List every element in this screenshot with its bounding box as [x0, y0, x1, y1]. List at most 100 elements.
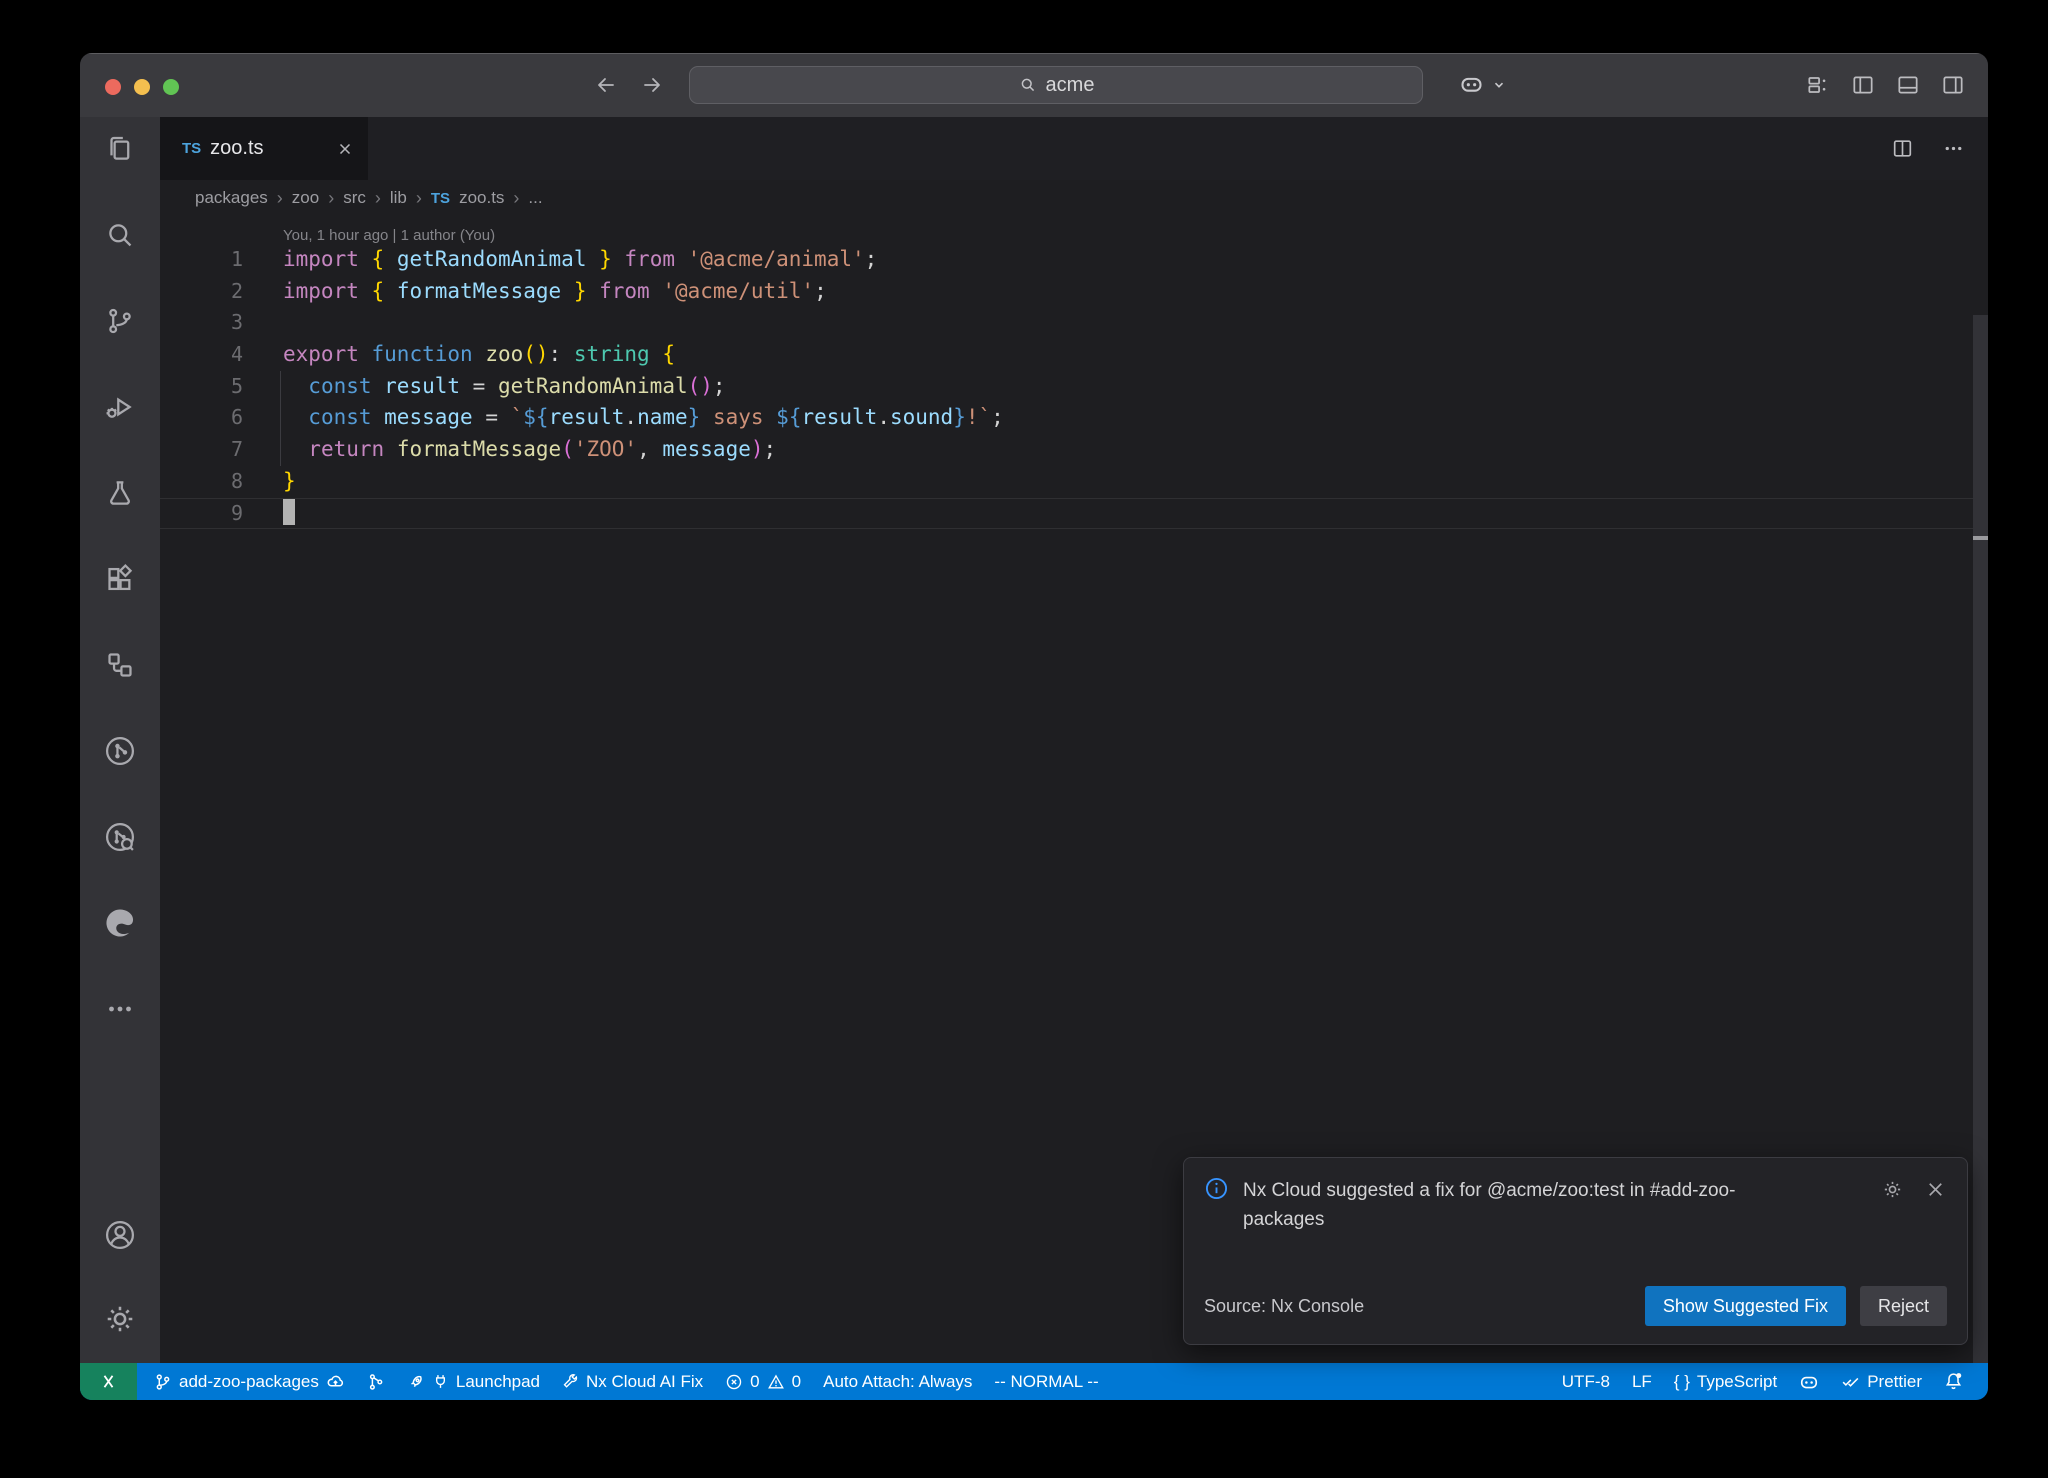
hierarchy-view-icon[interactable] [102, 647, 138, 683]
breadcrumb-file[interactable]: zoo.ts [459, 188, 504, 208]
line-number: 1 [160, 244, 243, 276]
line-number: 9 [160, 498, 243, 530]
window-controls [105, 79, 179, 95]
notifications-item[interactable] [1933, 1363, 1974, 1400]
nx-cloud-icon[interactable] [102, 819, 138, 855]
run-debug-icon[interactable] [102, 389, 138, 425]
close-tab-icon[interactable] [336, 140, 354, 158]
chevron-right-icon: › [328, 188, 334, 209]
eol-item[interactable]: LF [1621, 1363, 1663, 1400]
chevron-down-icon [1491, 77, 1507, 93]
error-count: 0 [750, 1372, 759, 1392]
git-blame-codelens[interactable]: You, 1 hour ago | 1 author (You) [160, 216, 1988, 244]
breadcrumb-more[interactable]: ... [528, 188, 542, 208]
layout-controls [1805, 72, 1966, 98]
toggle-panel-icon[interactable] [1895, 72, 1921, 98]
indent-guide [280, 371, 281, 466]
git-branch-item[interactable]: add-zoo-packages [143, 1363, 356, 1400]
command-center-search[interactable]: acme [689, 66, 1423, 104]
reject-button[interactable]: Reject [1860, 1286, 1947, 1326]
breadcrumb-item[interactable]: zoo [292, 188, 319, 208]
remote-indicator[interactable] [80, 1363, 137, 1400]
editor-actions [1890, 117, 1988, 180]
code-line[interactable]: 8} [160, 466, 1988, 498]
show-suggested-fix-button[interactable]: Show Suggested Fix [1645, 1286, 1846, 1326]
settings-gear-icon[interactable] [102, 1301, 138, 1337]
toggle-primary-sidebar-icon[interactable] [1850, 72, 1876, 98]
bell-icon [1944, 1372, 1963, 1391]
scrollbar[interactable] [1973, 315, 1988, 1363]
warnings-icon [767, 1373, 785, 1391]
code-line[interactable]: 1import { getRandomAnimal } from '@acme/… [160, 244, 1988, 276]
vim-mode-item[interactable]: -- NORMAL -- [983, 1363, 1109, 1400]
breadcrumb-item[interactable]: packages [195, 188, 268, 208]
explorer-icon[interactable] [102, 131, 138, 167]
additional-views-icon[interactable] [102, 991, 138, 1027]
back-arrow-icon[interactable] [594, 73, 618, 97]
code-line[interactable]: 9 [160, 498, 1988, 530]
line-number: 4 [160, 339, 243, 371]
source-control-graph-item[interactable] [356, 1363, 396, 1400]
braces-icon: { } [1674, 1372, 1690, 1392]
toggle-secondary-sidebar-icon[interactable] [1940, 72, 1966, 98]
launchpad-item[interactable]: Launchpad [396, 1363, 551, 1400]
info-icon [1204, 1176, 1229, 1201]
customize-layout-icon[interactable] [1805, 72, 1831, 98]
more-actions-icon[interactable] [1941, 136, 1966, 161]
edge-browser-icon[interactable] [102, 905, 138, 941]
code-line[interactable]: 5 const result = getRandomAnimal(); [160, 371, 1988, 403]
encoding-item[interactable]: UTF-8 [1551, 1363, 1621, 1400]
rocket-icon [407, 1373, 425, 1391]
tab-label: zoo.ts [210, 137, 263, 160]
notification-settings-gear-icon[interactable] [1881, 1178, 1904, 1201]
close-window-button[interactable] [105, 79, 121, 95]
breadcrumb: packages› zoo› src› lib› TS zoo.ts› ... [160, 180, 1988, 216]
breadcrumb-item[interactable]: lib [390, 188, 407, 208]
code-line[interactable]: 2import { formatMessage } from '@acme/ut… [160, 276, 1988, 308]
forward-arrow-icon[interactable] [640, 73, 664, 97]
search-value: acme [1046, 74, 1095, 97]
auto-attach-item[interactable]: Auto Attach: Always [812, 1363, 983, 1400]
copilot-icon [1799, 1372, 1819, 1392]
search-view-icon[interactable] [102, 217, 138, 253]
cursor-position-marker [1973, 536, 1988, 540]
line-number: 6 [160, 402, 243, 434]
eol-label: LF [1632, 1372, 1652, 1392]
chevron-right-icon: › [375, 188, 381, 209]
line-number: 8 [160, 466, 243, 498]
source-control-icon[interactable] [102, 303, 138, 339]
tab-bar: TS zoo.ts [160, 117, 1988, 180]
maximize-window-button[interactable] [163, 79, 179, 95]
split-editor-icon[interactable] [1890, 136, 1915, 161]
breadcrumb-item[interactable]: src [343, 188, 366, 208]
close-notification-icon[interactable] [1924, 1178, 1947, 1201]
copilot-icon [1458, 71, 1485, 98]
git-branch-icon [154, 1373, 172, 1391]
search-icon [1018, 75, 1038, 95]
copilot-menu[interactable] [1458, 71, 1507, 98]
activity-bar-bottom [102, 1217, 138, 1363]
problems-item[interactable]: 0 0 [714, 1363, 812, 1400]
auto-attach-label: Auto Attach: Always [823, 1372, 972, 1392]
code-line[interactable]: 3 [160, 307, 1988, 339]
tab-zoo-ts[interactable]: TS zoo.ts [160, 117, 368, 180]
code-line[interactable]: 6 const message = `${result.name} says $… [160, 402, 1988, 434]
vscode-window: acme [80, 53, 1988, 1400]
line-number: 5 [160, 371, 243, 403]
code-line[interactable]: 4export function zoo(): string { [160, 339, 1988, 371]
code-line[interactable]: 7 return formatMessage('ZOO', message); [160, 434, 1988, 466]
minimize-window-button[interactable] [134, 79, 150, 95]
testing-icon[interactable] [102, 475, 138, 511]
notification-message: Nx Cloud suggested a fix for @acme/zoo:t… [1243, 1176, 1803, 1235]
copilot-status-item[interactable] [1788, 1363, 1830, 1400]
nx-cloud-ai-fix-item[interactable]: Nx Cloud AI Fix [551, 1363, 714, 1400]
publish-cloud-icon [326, 1372, 345, 1391]
graph-branch-icon [367, 1373, 385, 1391]
language-label: TypeScript [1697, 1372, 1777, 1392]
account-icon[interactable] [102, 1217, 138, 1253]
status-bar: add-zoo-packages Launchpad Nx Cloud AI F… [80, 1363, 1988, 1400]
formatter-item[interactable]: Prettier [1830, 1363, 1933, 1400]
nx-console-icon[interactable] [102, 733, 138, 769]
extensions-icon[interactable] [102, 561, 138, 597]
language-mode-item[interactable]: { } TypeScript [1663, 1363, 1788, 1400]
